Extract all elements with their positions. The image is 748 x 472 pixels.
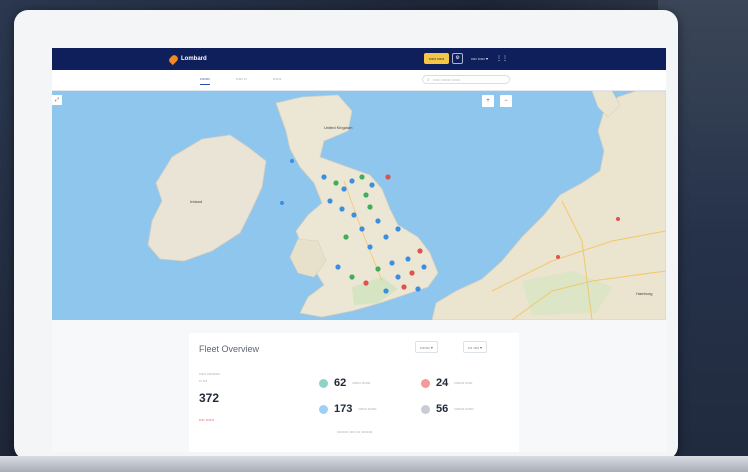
stat-item[interactable]: 62 ••••••• ••••••• [319,377,382,389]
stat-value: 24 [436,377,449,389]
vehicle-marker [375,266,381,272]
vehicle-marker [405,256,411,262]
stat-item[interactable]: 56 •••••••• ••••••• [421,403,484,415]
stat-label: •••••••• ••••••• [454,406,474,411]
vehicle-marker [395,274,401,280]
account-chip-button[interactable]: ••••• ••••• [424,53,450,64]
total-sublabel: •• ••• [199,378,208,383]
search-input[interactable]: ⌕ ••••• ••••••• •••••• [422,75,510,84]
stat-item[interactable]: 24 •••••••• •••••• [421,377,484,389]
vehicle-marker [409,270,415,276]
laptop-base [0,456,748,472]
vehicle-marker [335,264,341,270]
vehicle-marker [290,159,294,163]
vehicle-marker [359,174,365,180]
vehicle-marker [421,264,427,270]
zoom-out-button[interactable]: − [500,95,512,107]
total-label: ••••• ••••••••• [199,371,220,376]
stat-label: ••••••• ••••••• [358,406,377,411]
vehicle-marker [401,284,407,290]
dashboard-lower: Fleet Overview ••••••• ▾ ••• •••• ▾ ••••… [52,320,666,452]
vehicle-marker [395,226,401,232]
map-label-uk: United Kingdom [324,125,353,130]
vehicle-marker [415,286,421,292]
stat-value: 56 [436,403,449,415]
status-dot-icon [421,378,430,388]
status-dot-icon [319,378,328,388]
vehicle-marker [343,234,349,240]
nav-actions: ••••• ••••• ⚙ •••• ••••• ▾ ⋮⋮ [424,53,508,64]
period-dropdown[interactable]: ••• •••• ▾ [463,341,488,353]
fleet-overview-title: Fleet Overview [199,344,260,354]
total-vehicles-box: ••••• ••••••••• •• ••• 372 •••• •••••• [199,371,289,443]
map-label-ireland: Ireland [190,199,203,204]
vehicle-marker [321,174,327,180]
vehicle-marker [616,217,620,221]
fullscreen-icon[interactable]: ⤢ [52,95,62,105]
status-dot-icon [319,404,328,414]
tab-third[interactable]: •••••• [273,76,281,85]
laptop-frame: Lombard ••••• ••••• ⚙ •••• ••••• ▾ ⋮⋮ ••… [14,10,678,460]
vehicle-marker [417,248,423,254]
vehicle-marker [369,182,375,188]
stats-footnote: •••••••• •••• ••• •••••••• [337,429,373,434]
settings-icon[interactable]: ⚙ [452,53,464,64]
total-vehicles-value: 372 [199,391,220,405]
stat-label: •••••••• •••••• [454,380,473,385]
tab-strip: ••••••• ••••• •• •••••• [200,76,307,85]
total-details-link[interactable]: •••• •••••• [199,417,289,422]
vehicle-marker [556,255,560,259]
vehicle-marker [375,218,381,224]
user-menu[interactable]: •••• ••••• ▾ [471,56,488,61]
vehicle-marker [327,198,333,204]
vehicle-marker [341,186,347,192]
ireland-landmass [147,134,267,262]
tab-overview[interactable]: ••••••• [200,76,210,85]
stat-item[interactable]: 173 ••••••• ••••••• [319,403,388,415]
vehicle-marker [349,274,355,280]
vehicle-marker [333,180,339,186]
fleet-map[interactable]: ⤢ + − United Kingdom Ireland Hamburg [52,91,666,320]
sub-nav-bar: ••••••• ••••• •• •••••• ⌕ ••••• ••••••• … [52,70,666,91]
app-screen: Lombard ••••• ••••• ⚙ •••• ••••• ▾ ⋮⋮ ••… [52,48,666,452]
stat-label: ••••••• ••••••• [352,380,371,385]
status-dot-icon [421,404,430,414]
apps-grid-icon[interactable]: ⋮⋮ [496,55,508,62]
vehicle-marker [363,280,369,286]
top-nav-bar: Lombard ••••• ••••• ⚙ •••• ••••• ▾ ⋮⋮ [52,48,666,70]
vehicle-marker [383,288,389,294]
search-placeholder: ••••• ••••••• •••••• [432,77,461,82]
vehicle-marker [280,201,284,205]
brand-logo[interactable]: Lombard [167,53,207,65]
filter-dropdown[interactable]: ••••••• ▾ [415,341,438,353]
stat-value: 173 [334,403,353,415]
vehicle-marker [367,244,373,250]
vehicle-marker [385,174,391,180]
tab-second[interactable]: ••••• •• [236,76,247,85]
vehicle-marker [349,178,355,184]
map-canvas[interactable] [52,91,666,320]
search-icon: ⌕ [427,76,430,83]
fleet-overview-card: Fleet Overview ••••••• ▾ ••• •••• ▾ ••••… [189,333,519,452]
vehicle-marker [383,234,389,240]
vehicle-marker [339,206,345,212]
location-pin-icon [167,53,180,65]
map-label-hamburg: Hamburg [636,291,653,296]
zoom-in-button[interactable]: + [482,95,494,107]
vehicle-marker [363,192,369,198]
great-britain-landmass [275,94,439,318]
stat-value: 62 [334,377,347,389]
vehicle-marker [389,260,395,266]
vehicle-marker [367,204,373,210]
brand-name: Lombard [181,56,207,62]
vehicle-marker [359,226,365,232]
vehicle-marker [351,212,357,218]
